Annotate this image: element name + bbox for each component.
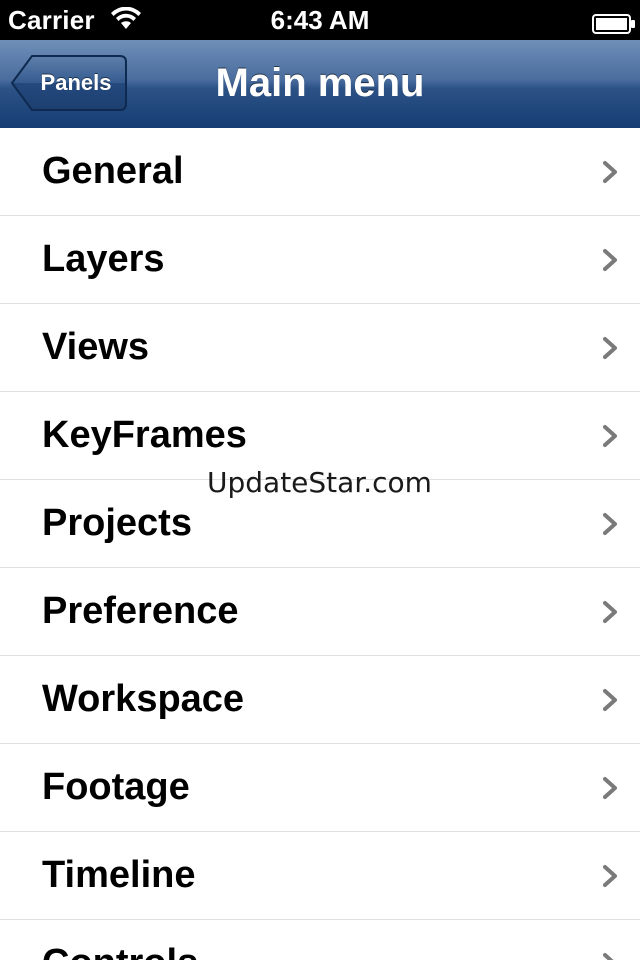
menu-item-controls[interactable]: Controls	[0, 920, 640, 960]
chevron-right-icon	[603, 513, 617, 535]
menu-item-projects[interactable]: Projects	[0, 480, 640, 568]
chevron-right-icon	[603, 953, 614, 960]
chevron-right-icon	[603, 777, 617, 799]
menu-item-footage[interactable]: Footage	[0, 744, 640, 832]
menu-item-workspace[interactable]: Workspace	[0, 656, 640, 744]
battery-icon	[592, 10, 636, 34]
menu-item-label: Controls	[42, 920, 198, 960]
menu-item-keyframes[interactable]: KeyFrames	[0, 392, 640, 480]
menu-item-general[interactable]: General	[0, 128, 640, 216]
menu-item-label: Preference	[42, 590, 239, 632]
menu-item-layers[interactable]: Layers	[0, 216, 640, 304]
menu-item-label: Timeline	[42, 854, 196, 896]
status-time: 6:43 AM	[270, 5, 370, 35]
menu-item-label: General	[42, 150, 184, 192]
app-screen: Carrier 6:43 AM Panels Main menu General…	[0, 0, 640, 960]
navigation-bar: Panels Main menu	[0, 40, 640, 129]
menu-item-views[interactable]: Views	[0, 304, 640, 392]
chevron-right-icon	[603, 161, 617, 183]
menu-item-label: Projects	[42, 502, 192, 544]
chevron-right-icon	[603, 337, 617, 359]
page-title: Main menu	[215, 61, 425, 105]
menu-item-label: Layers	[42, 238, 165, 280]
menu-item-label: Footage	[42, 766, 190, 808]
chevron-right-icon	[603, 865, 617, 887]
chevron-right-icon	[603, 249, 617, 271]
menu-item-label: KeyFrames	[42, 414, 247, 456]
menu-item-timeline[interactable]: Timeline	[0, 832, 640, 920]
status-bar: Carrier 6:43 AM	[0, 0, 640, 40]
chevron-right-icon	[603, 425, 617, 447]
menu-item-label: Workspace	[42, 678, 245, 720]
chevron-right-icon	[603, 601, 617, 623]
menu-item-label: Views	[42, 326, 150, 368]
chevron-right-icon	[603, 689, 617, 711]
menu-item-preference[interactable]: Preference	[0, 568, 640, 656]
main-menu-list: General Layers Views KeyFrames Projects …	[0, 128, 640, 960]
